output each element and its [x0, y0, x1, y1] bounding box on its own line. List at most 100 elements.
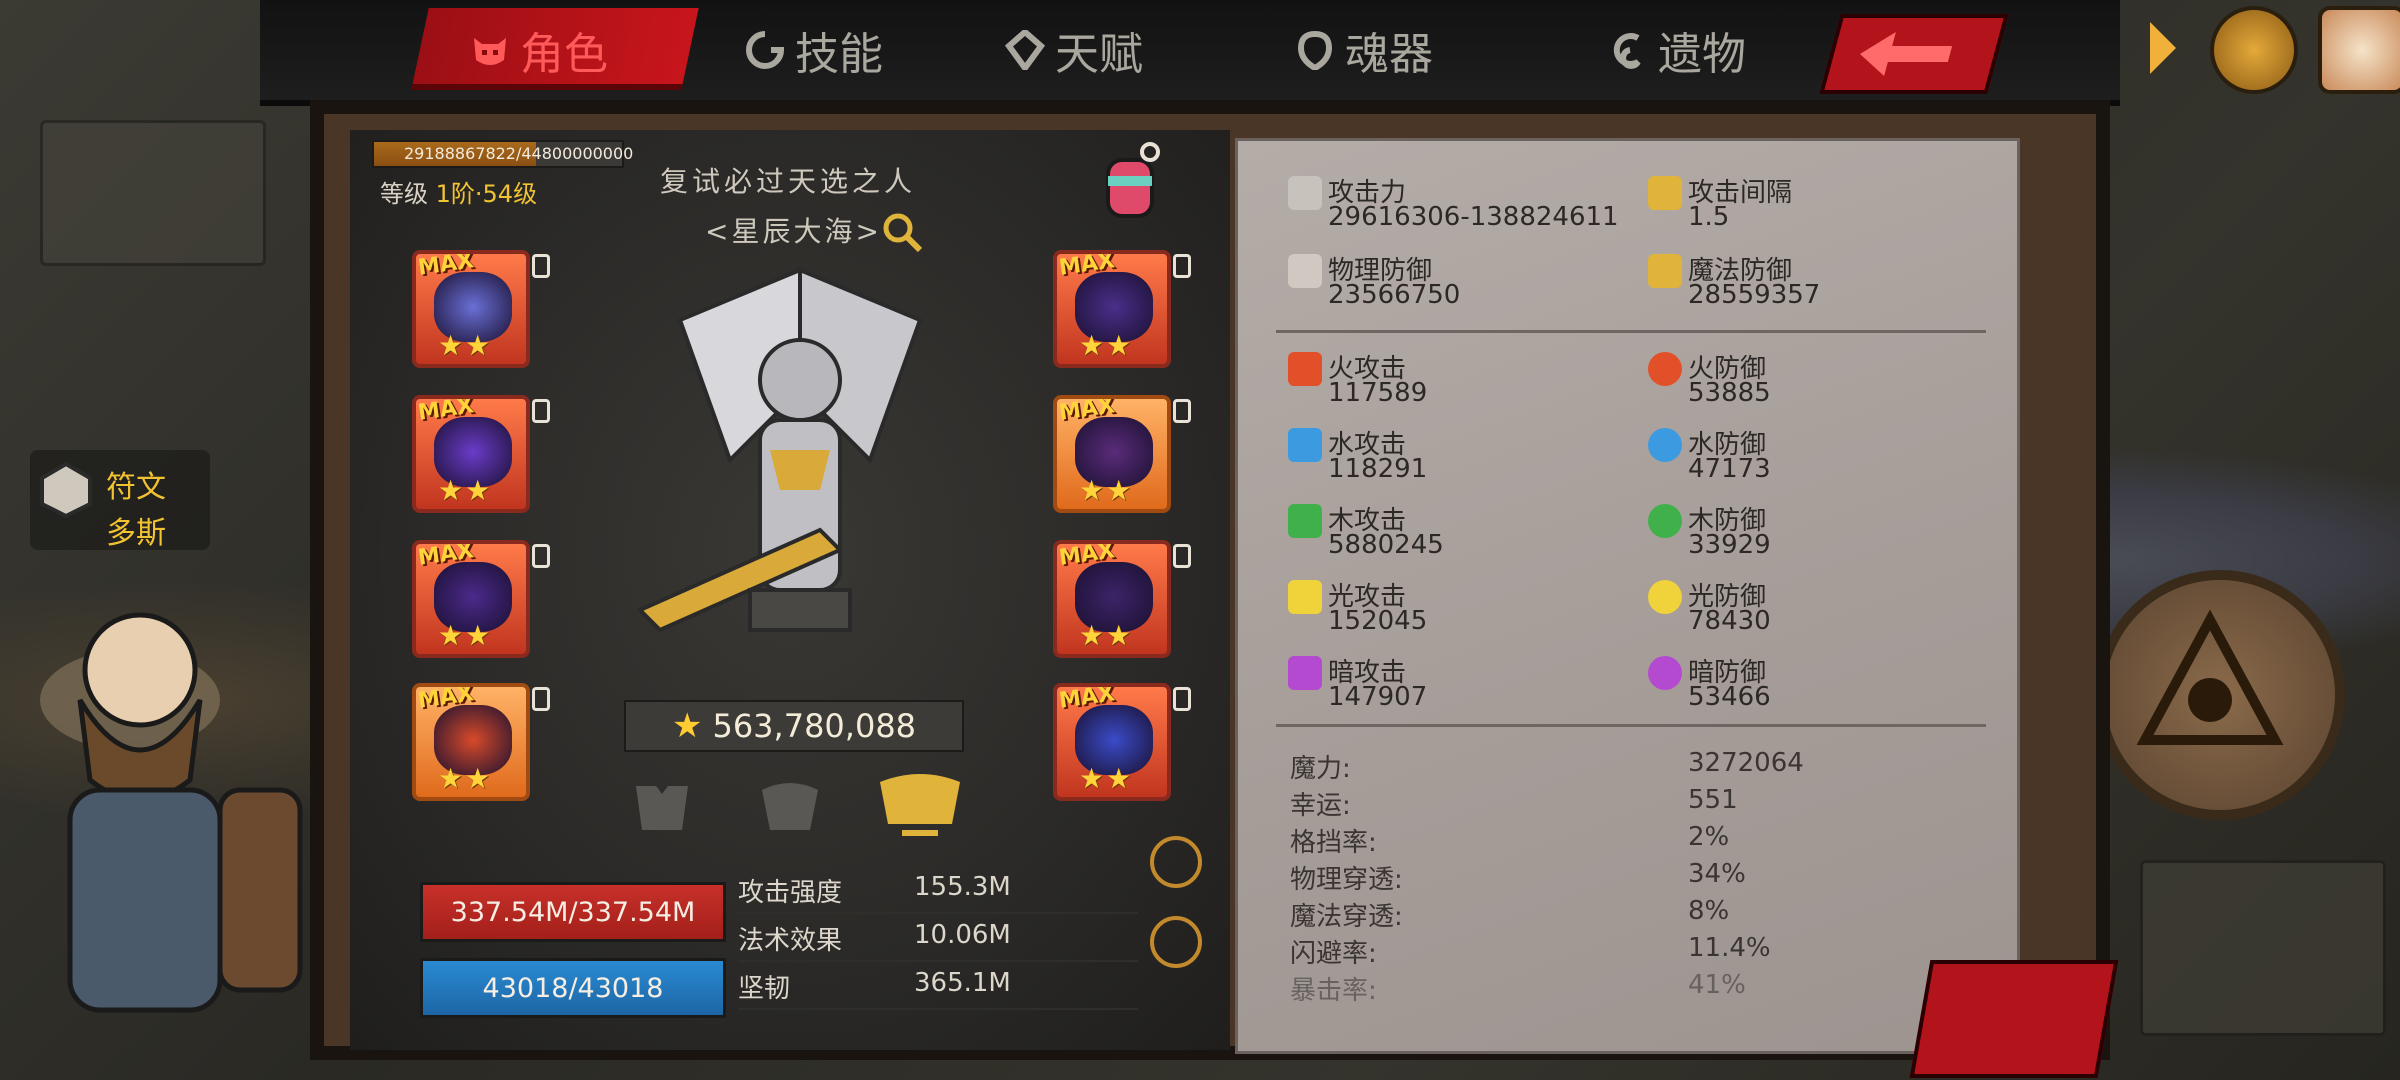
- divider: [1276, 724, 1986, 727]
- background-stone: [2140, 860, 2386, 1036]
- tab-label: 遗物: [1658, 29, 1746, 80]
- extra-stat-value: 8%: [1688, 896, 1730, 926]
- divider: [1276, 330, 1986, 333]
- tab-label: 技能: [795, 29, 883, 80]
- stat-value: 117589: [1328, 378, 1428, 408]
- fire-defense-icon: [1648, 352, 1682, 386]
- wood-attack-icon: [1288, 504, 1322, 538]
- extra-stat-row: 暴击率: 41%: [1290, 970, 1970, 1006]
- soul-vessel-icon: [1297, 30, 1333, 70]
- lock-icon: [1173, 399, 1191, 423]
- water-attack-icon: [1288, 428, 1322, 462]
- orbit-icon[interactable]: [1150, 916, 1202, 968]
- sword-icon: [1288, 176, 1322, 210]
- skill-swirl-icon: [746, 31, 785, 69]
- tab-label: 角色: [520, 29, 608, 80]
- dagger-icon: [1288, 254, 1322, 288]
- level-value: 1阶·54级: [435, 180, 538, 208]
- extra-stat-label: 暴击率:: [1290, 976, 1377, 1006]
- extra-stat-value: 551: [1688, 785, 1738, 815]
- extra-stat-label: 闪避率:: [1290, 939, 1377, 969]
- stat-value: 47173: [1688, 454, 1771, 484]
- extra-stat-value: 34%: [1688, 859, 1746, 889]
- alert-info-icon[interactable]: [1150, 836, 1202, 888]
- lock-icon: [532, 254, 550, 278]
- exp-bar: 29188867822/44800000000: [372, 140, 633, 168]
- background-stone: [40, 120, 266, 266]
- tab-soul-vessel[interactable]: 魂器: [1295, 18, 1433, 82]
- tab-skills[interactable]: 技能: [745, 18, 883, 82]
- stat-value: 152045: [1328, 606, 1428, 636]
- stamp-icon[interactable]: [1909, 960, 2119, 1078]
- armor-heavy-icon[interactable]: [872, 770, 968, 840]
- lock-icon: [532, 399, 550, 423]
- talent-emblem-icon: [1005, 30, 1045, 70]
- stat-value: 118291: [1328, 454, 1428, 484]
- equip-slot-right-3[interactable]: MAX ★★: [1053, 540, 1171, 658]
- armor-light-icon[interactable]: [626, 780, 698, 836]
- mini-stat-value: 10.06M: [914, 920, 1011, 950]
- lock-icon: [1173, 254, 1191, 278]
- relic-swirl-icon: [1613, 33, 1641, 69]
- star-rating: ★★: [438, 329, 493, 362]
- level-key: 等级: [380, 180, 428, 208]
- extra-stat-value: 41%: [1688, 970, 1746, 1000]
- mini-stat-label: 法术效果: [738, 926, 843, 956]
- equip-slot-right-1[interactable]: MAX ★★: [1053, 250, 1171, 368]
- tab-character[interactable]: 角色: [470, 18, 608, 82]
- tab-talent[interactable]: 天赋: [1005, 18, 1143, 82]
- chevron-right-icon[interactable]: [2150, 22, 2176, 74]
- combat-power: ★ 563,780,088: [624, 700, 964, 752]
- back-arrow-icon: [1860, 32, 1953, 76]
- hp-value: 337.54M/337.54M: [450, 896, 696, 928]
- equip-slot-left-3[interactable]: MAX ★★: [412, 540, 530, 658]
- dark-defense-icon: [1648, 656, 1682, 690]
- lock-icon: [1173, 687, 1191, 711]
- stat-value: 33929: [1688, 530, 1771, 560]
- equip-slot-right-4[interactable]: MAX ★★: [1053, 683, 1171, 801]
- rune-shortcut[interactable]: 符文 多斯: [30, 450, 210, 551]
- star-rating: ★★: [1079, 619, 1134, 652]
- extra-stat-label: 物理穿透:: [1290, 865, 1403, 895]
- mini-stat-label: 攻击强度: [738, 878, 843, 908]
- back-button[interactable]: [1819, 14, 2009, 94]
- equip-slot-left-4[interactable]: MAX ★★: [412, 683, 530, 801]
- mini-stat-row: 攻击强度 155.3M: [738, 868, 1138, 914]
- equip-slot-left-1[interactable]: MAX ★★: [412, 250, 530, 368]
- hero-character[interactable]: [620, 230, 980, 670]
- level-label: 等级 1阶·54级: [380, 174, 537, 209]
- stat-value: 78430: [1688, 606, 1771, 636]
- stat-value: 53466: [1688, 682, 1771, 712]
- dark-attack-icon: [1288, 656, 1322, 690]
- wood-defense-icon: [1648, 504, 1682, 538]
- extra-stat-value: 3272064: [1688, 748, 1804, 778]
- extra-stat-label: 魔力:: [1290, 754, 1351, 784]
- eye-coin-icon: [2095, 570, 2345, 820]
- character-title: 复试必过天选之人: [660, 165, 917, 198]
- equip-slot-left-2[interactable]: MAX ★★: [412, 395, 530, 513]
- extra-stat-row: 物理穿透: 34%: [1290, 859, 1970, 895]
- lock-icon: [532, 687, 550, 711]
- water-defense-icon: [1648, 428, 1682, 462]
- combat-power-value: 563,780,088: [712, 707, 917, 745]
- golden-sword-icon: [1648, 176, 1682, 210]
- merchant-npc[interactable]: [20, 560, 320, 1040]
- star-rating: ★★: [1079, 762, 1134, 795]
- tab-relics[interactable]: 遗物: [1608, 18, 1746, 82]
- exp-text: 29188867822/44800000000: [404, 144, 634, 163]
- star-rating: ★★: [438, 762, 493, 795]
- star-rating: ★★: [1079, 329, 1134, 362]
- star-rating: ★★: [438, 619, 493, 652]
- extra-stat-row: 魔力: 3272064: [1290, 748, 1970, 784]
- equip-slot-right-2[interactable]: MAX ★★: [1053, 395, 1171, 513]
- tab-label: 魂器: [1345, 29, 1433, 80]
- mini-stat-row: 法术效果 10.06M: [738, 916, 1138, 962]
- crown-chest-icon[interactable]: [2210, 6, 2298, 94]
- extra-stat-row: 幸运: 551: [1290, 785, 1970, 821]
- stat-value: 28559357: [1688, 280, 1821, 310]
- potion-icon[interactable]: [1090, 140, 1170, 230]
- armor-medium-icon[interactable]: [754, 780, 826, 836]
- extra-stat-row: 魔法穿透: 8%: [1290, 896, 1970, 932]
- calendar-check-icon[interactable]: [2318, 6, 2400, 94]
- extra-stat-label: 魔法穿透:: [1290, 902, 1403, 932]
